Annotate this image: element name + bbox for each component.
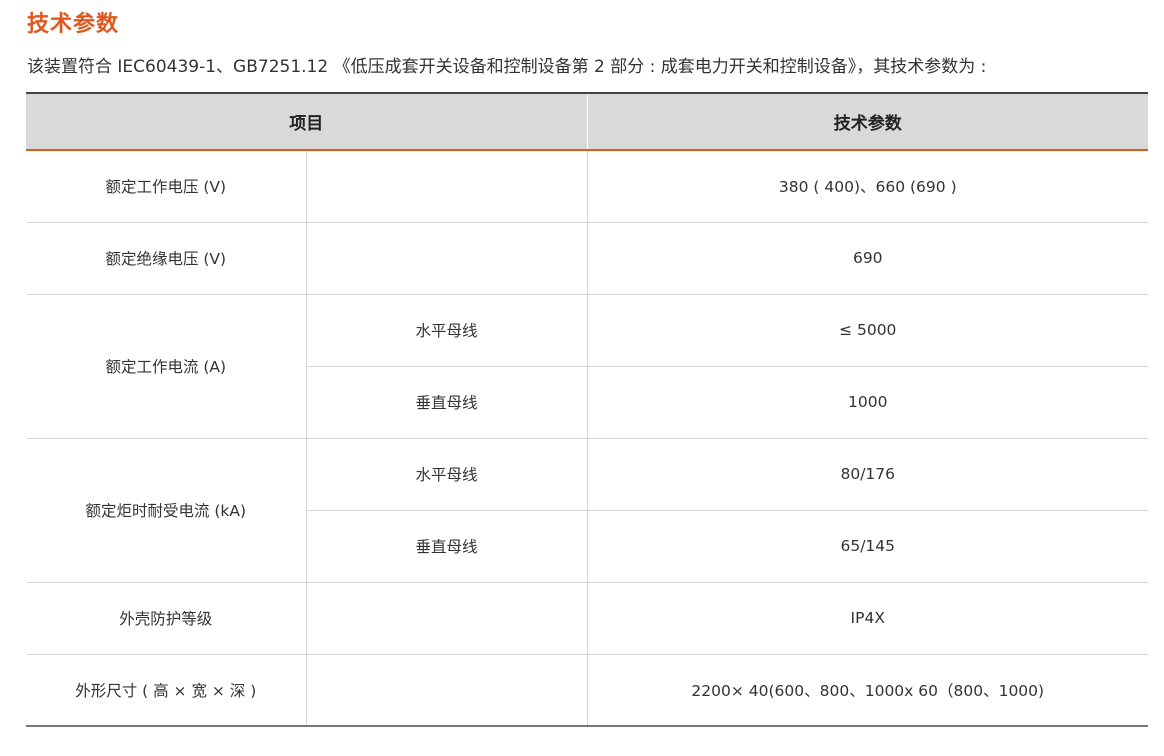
spec-table: 项目 技术参数 额定工作电压 (V) 380 ( 400)、660 (690 )… [26,92,1148,727]
intro-paragraph: 该装置符合 IEC60439-1、GB7251.12 《低压成套开关设备和控制设… [27,57,987,77]
row-value-short-time-horizontal: 80/176 [587,438,1148,511]
table-header-row: 项目 技术参数 [26,92,1148,151]
header-item: 项目 [26,92,587,151]
row-value-rated-voltage: 380 ( 400)、660 (690 ) [587,150,1148,223]
row-sub-insulation-voltage [306,222,588,295]
row-item-protection: 外壳防护等级 [26,582,307,655]
row-item-insulation-voltage: 额定绝缘电压 (V) [26,222,307,295]
row-item-short-time-current: 额定炬时耐受电流 (kA) [26,438,307,583]
row-value-insulation-voltage: 690 [587,222,1148,295]
table-row: 额定工作电流 (A) 水平母线 ≤ 5000 [26,294,1148,439]
row-value-short-time-vertical: 65/145 [587,510,1148,583]
row-value-protection: IP4X [587,582,1148,655]
row-sub-rated-current-vertical: 垂直母线 [306,366,588,439]
table-row: 外壳防护等级 IP4X [26,582,1148,655]
row-value-rated-current-horizontal: ≤ 5000 [587,294,1148,367]
table-row: 外形尺寸 ( 高 × 宽 × 深 ) 2200× 40(600、800、1000… [26,654,1148,727]
table-row: 额定工作电压 (V) 380 ( 400)、660 (690 ) [26,150,1148,223]
row-sub-rated-voltage [306,150,588,223]
header-spec: 技术参数 [586,92,1148,151]
section-title: 技术参数 [27,12,120,37]
row-sub-protection [306,582,588,655]
row-item-dimensions: 外形尺寸 ( 高 × 宽 × 深 ) [26,654,307,727]
row-sub-rated-current-horizontal: 水平母线 [306,294,588,367]
row-sub-short-time-vertical: 垂直母线 [306,510,588,583]
row-sub-dimensions [306,654,588,727]
row-item-rated-voltage: 额定工作电压 (V) [26,150,307,223]
table-row: 额定炬时耐受电流 (kA) 水平母线 80/176 [26,438,1148,583]
row-value-dimensions: 2200× 40(600、800、1000x 60（800、1000) [587,654,1148,727]
row-value-rated-current-vertical: 1000 [587,366,1148,439]
row-item-rated-current: 额定工作电流 (A) [26,294,307,439]
row-sub-short-time-horizontal: 水平母线 [306,438,588,511]
table-row: 额定绝缘电压 (V) 690 [26,222,1148,295]
